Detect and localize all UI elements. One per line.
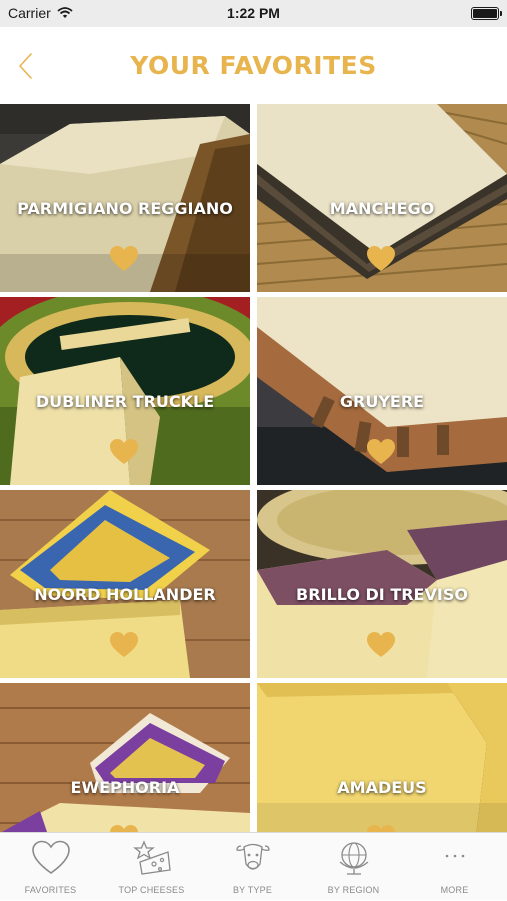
cheese-name: PARMIGIANO REGGIANO bbox=[17, 199, 233, 218]
cheese-star-icon bbox=[132, 840, 171, 875]
tab-label: MORE bbox=[440, 885, 469, 895]
cheese-name: NOORD HOLLANDER bbox=[34, 585, 216, 604]
heart-outline-icon bbox=[31, 840, 70, 874]
tab-bar: FAVORITES TOP CHEESES BY TYPE BY REGION … bbox=[0, 832, 507, 900]
ewephoria-image bbox=[0, 683, 250, 832]
cheese-tile-amadeus[interactable]: AMADEUS bbox=[257, 683, 507, 832]
tab-label: BY REGION bbox=[327, 885, 380, 895]
tab-favorites[interactable]: FAVORITES bbox=[0, 833, 101, 901]
globe-icon bbox=[339, 842, 368, 875]
heart-icon[interactable] bbox=[367, 246, 395, 272]
status-bar: Carrier 1:22 PM bbox=[0, 0, 507, 27]
heart-icon[interactable] bbox=[110, 439, 138, 465]
heart-icon[interactable] bbox=[110, 246, 138, 272]
heart-icon[interactable] bbox=[367, 632, 395, 658]
battery-icon bbox=[471, 7, 502, 20]
page-title: YOUR FAVORITES bbox=[130, 51, 377, 80]
tab-label: BY TYPE bbox=[232, 885, 273, 895]
heart-icon[interactable] bbox=[110, 632, 138, 658]
cheese-name: MANCHEGO bbox=[329, 199, 435, 218]
tab-more[interactable]: MORE bbox=[404, 833, 505, 901]
cheese-name: DUBLINER TRUCKLE bbox=[35, 392, 215, 411]
cheese-tile-manchego[interactable]: MANCHEGO bbox=[257, 104, 507, 292]
cheese-tile-noord-hollander[interactable]: NOORD HOLLANDER bbox=[0, 490, 250, 678]
cheese-name: GRUYERE bbox=[339, 392, 425, 411]
tab-by-region[interactable]: BY REGION bbox=[303, 833, 404, 901]
cheese-tile-ewephoria[interactable]: EWEPHORIA bbox=[0, 683, 250, 832]
cheese-tile-brillo-di-treviso[interactable]: BRILLO DI TREVISO bbox=[257, 490, 507, 678]
cheese-tile-dubliner-truckle[interactable]: DUBLINER TRUCKLE bbox=[0, 297, 250, 485]
tab-by-type[interactable]: BY TYPE bbox=[202, 833, 303, 901]
tab-top-cheeses[interactable]: TOP CHEESES bbox=[101, 833, 202, 901]
cheese-name: EWEPHORIA bbox=[70, 778, 180, 797]
cheese-name: AMADEUS bbox=[337, 778, 427, 797]
favorites-grid: PARMIGIANO REGGIANO MANCHEGO DUBLINER TR… bbox=[0, 104, 507, 832]
cheese-tile-parmigiano-reggiano[interactable]: PARMIGIANO REGGIANO bbox=[0, 104, 250, 292]
status-time: 1:22 PM bbox=[227, 5, 280, 21]
amadeus-image bbox=[257, 683, 507, 832]
heart-icon[interactable] bbox=[367, 439, 395, 465]
heart-icon[interactable] bbox=[367, 825, 395, 832]
cheese-name: BRILLO DI TREVISO bbox=[296, 585, 468, 604]
cow-icon bbox=[235, 843, 270, 870]
nav-bar: YOUR FAVORITES bbox=[0, 27, 507, 104]
heart-icon[interactable] bbox=[110, 825, 138, 832]
cheese-tile-gruyere[interactable]: GRUYERE bbox=[257, 297, 507, 485]
tab-label: FAVORITES bbox=[24, 885, 77, 895]
tab-label: TOP CHEESES bbox=[118, 885, 185, 895]
more-dots-icon bbox=[445, 854, 464, 858]
